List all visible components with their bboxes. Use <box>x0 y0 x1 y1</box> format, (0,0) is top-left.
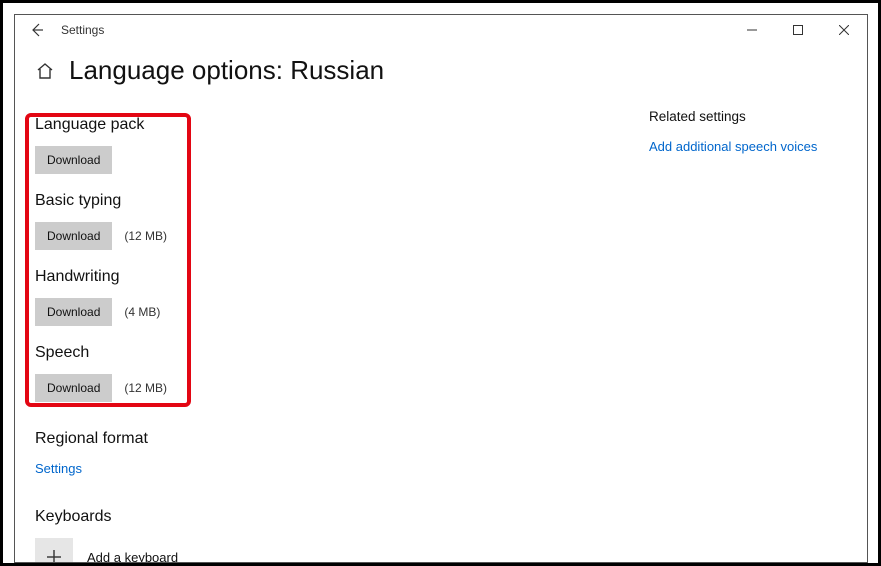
back-button[interactable] <box>15 15 59 45</box>
minimize-button[interactable] <box>729 15 775 45</box>
page-title: Language options: Russian <box>69 55 384 86</box>
heading-basic-typing: Basic typing <box>35 192 847 210</box>
close-button[interactable] <box>821 15 867 45</box>
download-language-pack-button[interactable]: Download <box>35 146 112 174</box>
download-basic-typing-button[interactable]: Download <box>35 222 112 250</box>
handwriting-size: (4 MB) <box>124 305 160 319</box>
add-keyboard-row[interactable]: Add a keyboard <box>35 538 847 563</box>
titlebar: Settings <box>15 15 867 45</box>
add-keyboard-label: Add a keyboard <box>87 550 178 564</box>
home-icon[interactable] <box>35 61 55 81</box>
heading-speech: Speech <box>35 344 847 362</box>
download-speech-button[interactable]: Download <box>35 374 112 402</box>
related-settings-heading: Related settings <box>649 109 839 124</box>
add-speech-voices-link[interactable]: Add additional speech voices <box>649 139 817 154</box>
heading-regional-format: Regional format <box>35 430 847 448</box>
app-title: Settings <box>61 23 104 37</box>
download-handwriting-button[interactable]: Download <box>35 298 112 326</box>
close-icon <box>839 25 849 35</box>
plus-icon <box>45 548 63 563</box>
heading-keyboards: Keyboards <box>35 508 847 526</box>
regional-settings-link[interactable]: Settings <box>35 461 82 476</box>
minimize-icon <box>747 25 757 35</box>
add-keyboard-button[interactable] <box>35 538 73 563</box>
heading-handwriting: Handwriting <box>35 268 847 286</box>
maximize-icon <box>793 25 803 35</box>
arrow-left-icon <box>29 22 45 38</box>
maximize-button[interactable] <box>775 15 821 45</box>
basic-typing-size: (12 MB) <box>124 229 167 243</box>
speech-size: (12 MB) <box>124 381 167 395</box>
